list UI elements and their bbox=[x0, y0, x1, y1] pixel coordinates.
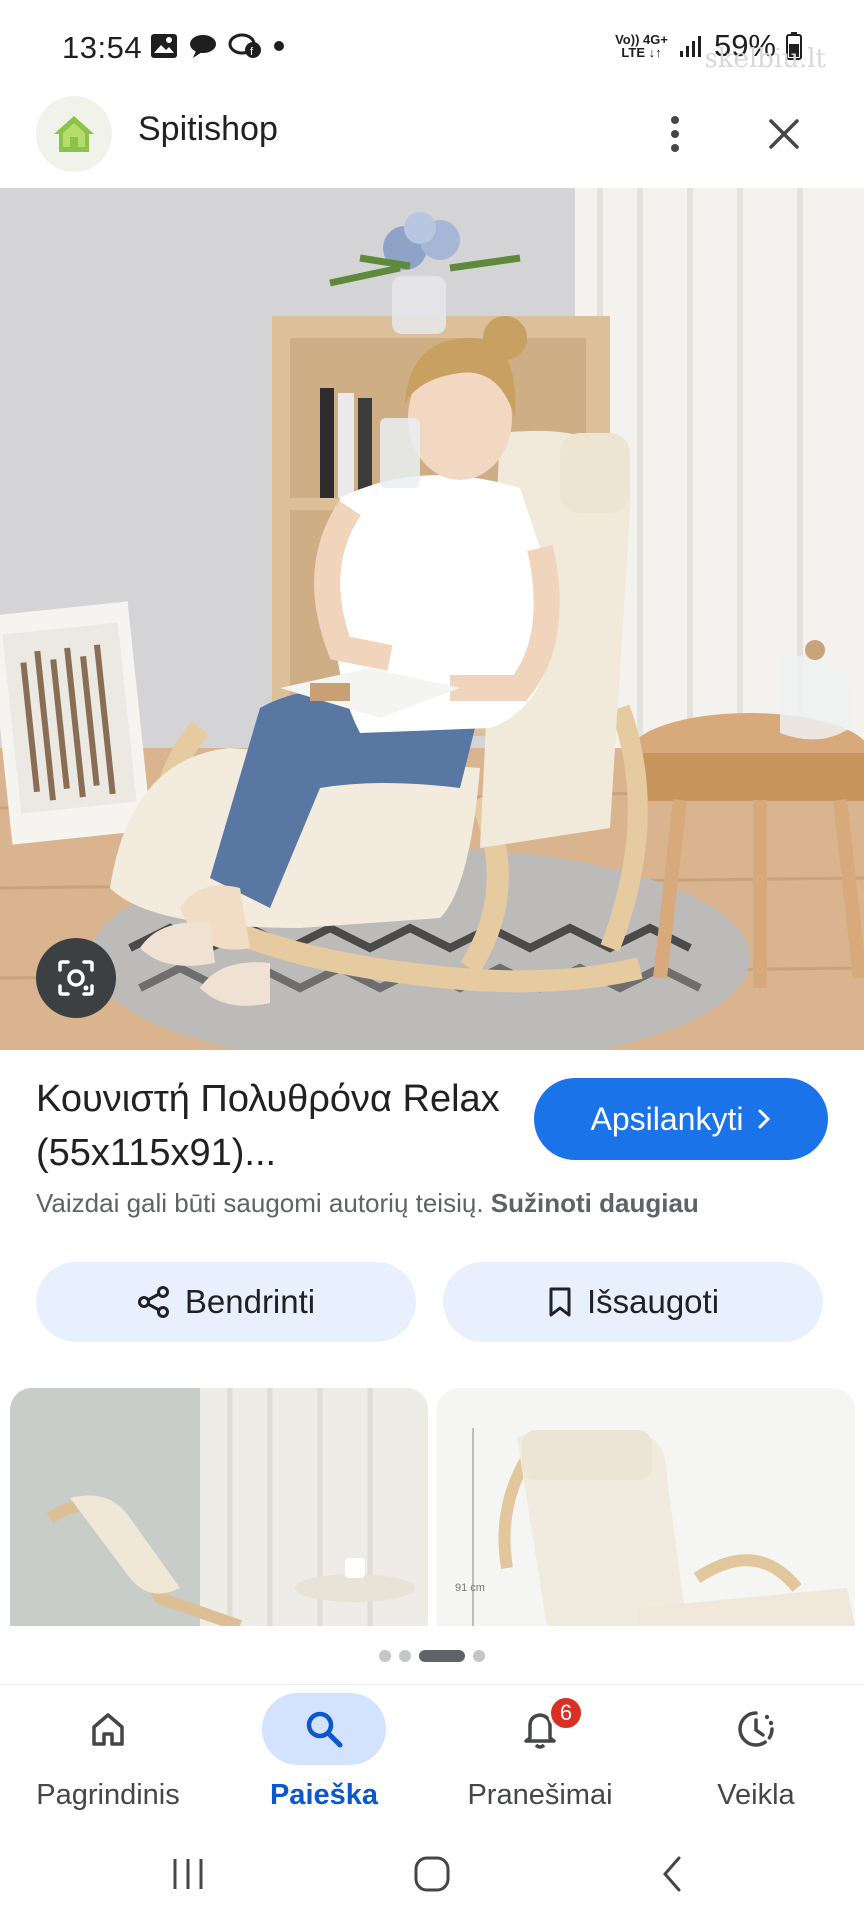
carousel-dot bbox=[473, 1650, 485, 1662]
bookmark-icon bbox=[549, 1287, 571, 1317]
dot-icon bbox=[274, 41, 284, 51]
carousel-dot bbox=[399, 1650, 411, 1662]
network-bottom-label: LTE ↓↑ bbox=[621, 45, 662, 60]
related-photo-1 bbox=[10, 1388, 428, 1626]
save-button-label: Išsaugoti bbox=[586, 1283, 720, 1320]
nav-search[interactable]: Paieška bbox=[216, 1685, 432, 1831]
notification-icons: f bbox=[150, 32, 286, 60]
site-logo[interactable] bbox=[36, 96, 112, 172]
share-button[interactable]: Bendrinti bbox=[36, 1262, 416, 1342]
nav-search-label: Paieška bbox=[269, 1779, 379, 1811]
chevron-right-icon bbox=[758, 1109, 771, 1129]
more-vert-icon bbox=[671, 116, 679, 152]
nav-search-icon-wrap bbox=[262, 1693, 386, 1765]
nav-activity[interactable]: Veikla bbox=[648, 1685, 864, 1831]
share-icon bbox=[137, 1286, 169, 1318]
lens-icon bbox=[58, 960, 94, 996]
activity-icon bbox=[738, 1711, 774, 1747]
visit-button-label: Apsilankyti bbox=[590, 1100, 744, 1137]
status-bar: 13:54 f Vo)) 4G+ LTE ↓↑ 59% skelbiu.lt bbox=[0, 0, 864, 96]
messenger-icon: f bbox=[228, 33, 261, 58]
home-circle-icon bbox=[414, 1856, 450, 1892]
share-button-label: Bendrinti bbox=[184, 1283, 316, 1320]
gallery-icon bbox=[151, 34, 177, 58]
visit-button[interactable]: Apsilankyti bbox=[534, 1078, 828, 1160]
close-button[interactable] bbox=[757, 104, 811, 164]
recent-apps-icon bbox=[173, 1859, 203, 1889]
nav-activity-label: Veikla bbox=[717, 1779, 795, 1811]
save-button[interactable]: Išsaugoti bbox=[443, 1262, 823, 1342]
status-time: 13:54 bbox=[62, 30, 143, 65]
signal-icon bbox=[679, 36, 701, 57]
chat-icon bbox=[190, 35, 216, 58]
back-button[interactable] bbox=[632, 1844, 712, 1904]
carousel-dot bbox=[379, 1650, 391, 1662]
notification-badge: 6 bbox=[548, 1695, 584, 1731]
watermark: skelbiu.lt bbox=[704, 44, 826, 74]
close-icon bbox=[769, 119, 799, 149]
nav-notifications[interactable]: 6 Pranešimai bbox=[432, 1685, 648, 1831]
related-photo-2 bbox=[437, 1388, 855, 1626]
nav-home-label: Pagrindinis bbox=[36, 1779, 180, 1811]
nav-notifications-icon-wrap: 6 bbox=[478, 1693, 602, 1765]
more-options-button[interactable] bbox=[650, 104, 700, 164]
nav-activity-icon-wrap bbox=[694, 1693, 818, 1765]
carousel-indicator bbox=[0, 1648, 864, 1664]
copyright-notice: Vaizdai gali būti saugomi autorių teisių… bbox=[36, 1188, 699, 1219]
main-product-image[interactable] bbox=[0, 188, 864, 1050]
carousel-dot-active bbox=[419, 1650, 465, 1662]
house-logo-icon bbox=[54, 116, 94, 152]
nav-home-icon-wrap bbox=[46, 1693, 170, 1765]
search-icon bbox=[306, 1711, 343, 1748]
related-image-1[interactable] bbox=[10, 1388, 428, 1626]
learn-more-link[interactable]: Sužinoti daugiau bbox=[491, 1188, 699, 1218]
dimension-caption: 91 cm bbox=[455, 1582, 485, 1594]
bottom-navigation: Pagrindinis Paieška 6 Pranešimai Veikla bbox=[0, 1684, 864, 1830]
home-button[interactable] bbox=[392, 1844, 472, 1904]
back-chevron-icon bbox=[663, 1856, 681, 1892]
network-indicator: Vo)) 4G+ LTE ↓↑ bbox=[615, 33, 668, 59]
copyright-text: Vaizdai gali būti saugomi autorių teisių… bbox=[36, 1188, 484, 1218]
recent-apps-button[interactable] bbox=[148, 1844, 228, 1904]
site-name[interactable]: Spitishop bbox=[138, 110, 278, 149]
related-image-2[interactable]: 91 cm bbox=[437, 1388, 855, 1626]
product-photo bbox=[0, 188, 864, 1050]
system-navigation-bar bbox=[0, 1830, 864, 1920]
result-title[interactable]: Κουνιστή Πολυθρόνα Relax (55x115x91)... bbox=[36, 1072, 506, 1180]
nav-home[interactable]: Pagrindinis bbox=[0, 1685, 216, 1831]
lens-search-button[interactable] bbox=[36, 938, 116, 1018]
home-icon bbox=[92, 1713, 124, 1746]
nav-notifications-label: Pranešimai bbox=[467, 1779, 613, 1811]
app-header: Spitishop bbox=[0, 96, 864, 186]
